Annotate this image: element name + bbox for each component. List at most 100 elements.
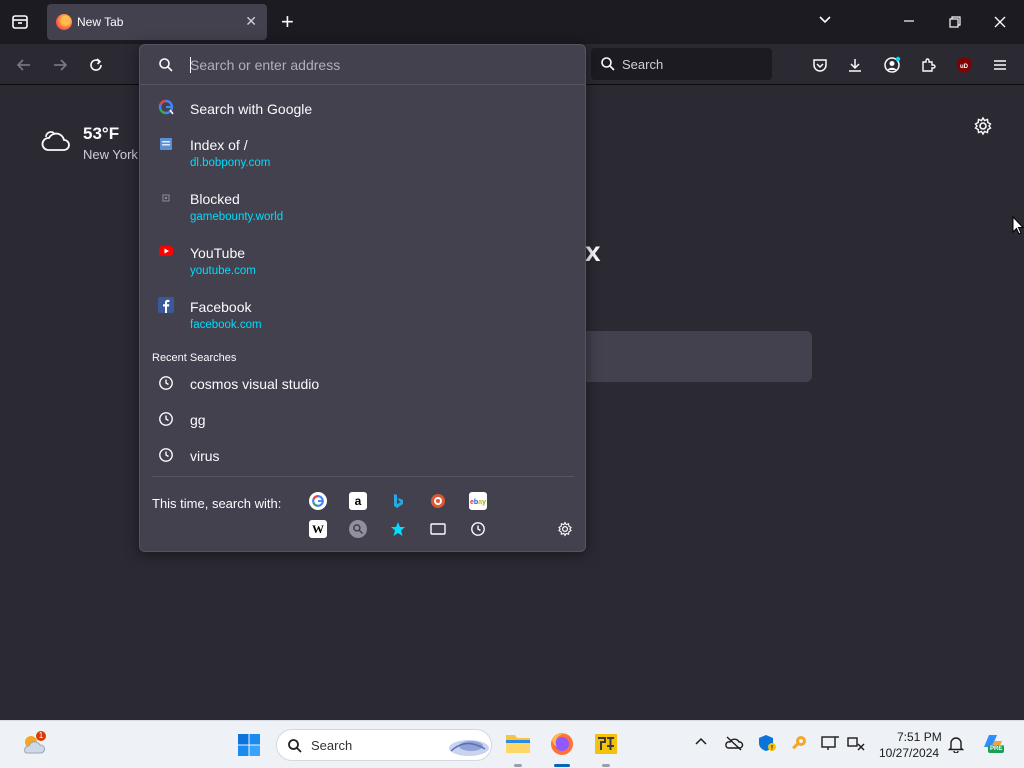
extensions-button[interactable] [916, 53, 940, 77]
recent-search-item[interactable]: virus [140, 443, 585, 471]
copilot-button[interactable]: PRE [980, 731, 1006, 757]
divider [152, 476, 574, 477]
duckduckgo-icon [431, 494, 445, 508]
account-button[interactable] [880, 53, 904, 77]
engine-wikipedia-button[interactable]: W [309, 520, 327, 538]
engine-duckduckgo-button[interactable] [429, 492, 447, 510]
result-blocked[interactable]: Blocked gamebounty.world [140, 187, 585, 231]
taskbar-file-explorer[interactable] [505, 731, 531, 757]
result-url: youtube.com [190, 265, 256, 277]
recent-search-text: cosmos visual studio [190, 376, 320, 392]
downloads-button[interactable] [843, 53, 867, 77]
close-window-button[interactable] [993, 13, 1007, 34]
windows-start-icon [238, 734, 260, 756]
magnifier-icon [353, 524, 364, 535]
svg-text:!: ! [771, 746, 773, 752]
ublock-button[interactable]: uD [952, 53, 976, 77]
toolbar-search-label: Search [622, 57, 664, 72]
toolbar-search-box[interactable]: Search [591, 48, 772, 80]
app-menu-button[interactable] [988, 53, 1012, 77]
search-icon [159, 58, 173, 72]
forward-button[interactable] [48, 53, 72, 77]
taskbar-weather-widget[interactable]: 1 [20, 731, 48, 759]
recent-search-text: virus [190, 448, 220, 464]
close-icon [994, 16, 1006, 28]
result-url: gamebounty.world [190, 211, 284, 223]
engine-search-addon-button[interactable] [349, 520, 367, 538]
result-facebook[interactable]: Facebook facebook.com [140, 295, 585, 339]
recent-search-text: gg [190, 412, 206, 428]
search-settings-button[interactable] [556, 520, 574, 538]
tray-key-app[interactable] [789, 734, 809, 754]
tray-network[interactable] [846, 734, 866, 754]
firefox-wordmark-fragment: x [585, 236, 601, 267]
running-indicator [514, 764, 522, 767]
taskbar-search-box[interactable]: Search [276, 729, 492, 761]
engine-ebay-button[interactable]: ebay [469, 492, 487, 510]
forward-arrow-icon [54, 59, 68, 71]
bell-icon [947, 737, 965, 754]
recent-search-item[interactable]: gg [140, 407, 585, 435]
taskbar-app-yellow[interactable] [593, 731, 619, 757]
taskbar-clock-date[interactable]: 10/27/2024 [879, 746, 939, 760]
restore-icon [949, 16, 961, 28]
result-title: Search with Google [190, 101, 313, 117]
facebook-icon [158, 297, 174, 313]
url-input[interactable] [190, 55, 570, 75]
result-index-of[interactable]: Index of / dl.bobpony.com [140, 133, 585, 177]
ebay-icon: ebay [470, 499, 486, 506]
tray-display[interactable] [820, 734, 840, 754]
taskbar-firefox[interactable] [549, 731, 575, 757]
result-youtube[interactable]: YouTube youtube.com [140, 241, 585, 285]
list-all-tabs-button[interactable] [817, 12, 833, 33]
widget-badge-count: 1 [38, 731, 44, 740]
minimize-button[interactable] [902, 12, 916, 33]
result-url: facebook.com [190, 319, 262, 331]
recent-search-item[interactable]: cosmos visual studio [140, 371, 585, 399]
show-hidden-icons-button[interactable] [694, 735, 710, 751]
new-tab-button[interactable]: + [281, 9, 294, 35]
newtab-settings-button[interactable] [973, 116, 993, 141]
tray-onedrive[interactable] [724, 735, 744, 753]
firefox-view-icon [12, 15, 28, 29]
network-disconnected-icon [847, 737, 865, 751]
gear-icon [974, 116, 992, 136]
account-icon [884, 56, 901, 73]
result-search-with-google[interactable]: Search with Google [140, 97, 585, 125]
pocket-button[interactable] [808, 53, 832, 77]
tab-close-icon[interactable]: ✕ [245, 13, 257, 30]
search-icon [601, 57, 615, 71]
engine-google-button[interactable] [309, 492, 327, 510]
search-history-button[interactable] [469, 520, 487, 538]
result-url: dl.bobpony.com [190, 157, 271, 169]
back-button[interactable] [12, 53, 36, 77]
urlbar-dropdown: Search with Google Index of / dl.bobpony… [139, 44, 586, 552]
restore-button[interactable] [948, 13, 962, 34]
search-with-label: This time, search with: [152, 496, 282, 511]
wikipedia-icon: W [312, 521, 324, 536]
start-button[interactable] [237, 733, 261, 757]
star-icon [391, 522, 405, 536]
weather-location[interactable]: New York [83, 147, 138, 162]
tray-security[interactable]: ! [757, 733, 777, 753]
chevron-down-icon [819, 16, 831, 24]
tab-strip: New Tab ✕ + [0, 0, 1024, 44]
reload-button[interactable] [84, 53, 108, 77]
search-bookmarks-button[interactable] [389, 520, 407, 538]
windows-taskbar: 1 Search ! 7:51 PM 10/27/2024 PRE [0, 720, 1024, 768]
newtab-search-field[interactable] [586, 331, 812, 382]
weather-cloud-icon[interactable] [40, 128, 70, 159]
tab-new-tab[interactable]: New Tab ✕ [47, 4, 267, 40]
taskbar-clock-time[interactable]: 7:51 PM [897, 730, 942, 744]
key-icon [792, 736, 806, 750]
engine-amazon-button[interactable]: a [349, 492, 367, 510]
firefox-view-button[interactable] [10, 12, 30, 37]
page-favicon-icon [160, 138, 172, 150]
pocket-icon [813, 59, 827, 72]
search-tabs-button[interactable] [429, 520, 447, 538]
google-icon [158, 99, 174, 115]
weather-temperature[interactable]: 53°F [83, 124, 119, 144]
engine-bing-button[interactable] [389, 492, 407, 510]
display-icon [821, 736, 839, 750]
notifications-button[interactable] [947, 735, 966, 754]
